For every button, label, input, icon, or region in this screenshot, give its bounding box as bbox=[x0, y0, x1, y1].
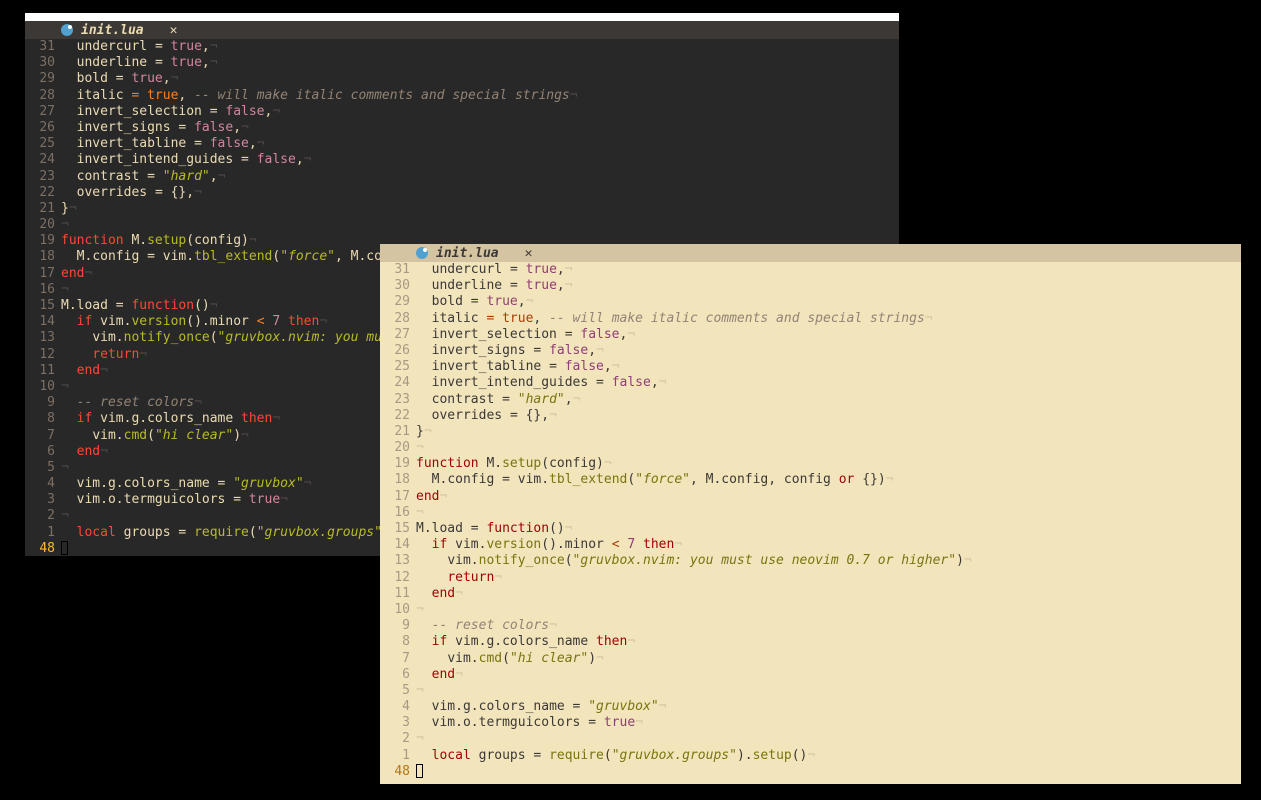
code-line[interactable]: vim.g.colors_name = "gruvbox"¬ bbox=[416, 699, 1241, 715]
code-line[interactable]: M.config = vim.tbl_extend("force", M.con… bbox=[416, 472, 1241, 488]
code-line[interactable]: bold = true,¬ bbox=[416, 294, 1241, 310]
code-line[interactable]: ¬ bbox=[416, 683, 1241, 699]
tab-filename-dark[interactable]: init.lua bbox=[81, 23, 144, 38]
code-line[interactable]: invert_tabline = false,¬ bbox=[61, 136, 899, 152]
code-line[interactable]: invert_tabline = false,¬ bbox=[416, 359, 1241, 375]
code-line[interactable]: vim.notify_once("gruvbox.nvim: you must … bbox=[416, 553, 1241, 569]
code-line[interactable]: vim.cmd("hi clear")¬ bbox=[416, 651, 1241, 667]
code-line[interactable]: if vim.g.colors_name then¬ bbox=[416, 634, 1241, 650]
code-line[interactable]: underline = true,¬ bbox=[61, 55, 899, 71]
code-line[interactable]: italic = true, -- will make italic comme… bbox=[416, 311, 1241, 327]
tab-bar-dark: init.lua ✕ bbox=[25, 21, 899, 39]
code-line[interactable]: overrides = {},¬ bbox=[416, 408, 1241, 424]
code-line[interactable]: contrast = "hard",¬ bbox=[416, 392, 1241, 408]
editor-light[interactable]: init.lua ✕ 31302928272625242322212019181… bbox=[380, 244, 1241, 784]
code-line[interactable]: ¬ bbox=[416, 440, 1241, 456]
cursor bbox=[61, 541, 68, 555]
code-line[interactable]: italic = true, -- will make italic comme… bbox=[61, 88, 899, 104]
tab-bar-light: init.lua ✕ bbox=[380, 244, 1241, 262]
code-line[interactable]: if vim.version().minor < 7 then¬ bbox=[416, 537, 1241, 553]
code-line[interactable]: invert_selection = false,¬ bbox=[61, 104, 899, 120]
code-line[interactable]: end¬ bbox=[416, 586, 1241, 602]
gutter-dark: 3130292827262524232221201918171615141312… bbox=[25, 39, 61, 556]
gutter-light: 3130292827262524232221201918171615141312… bbox=[380, 262, 416, 780]
tab-filename-light[interactable]: init.lua bbox=[436, 246, 499, 261]
code-line[interactable]: return¬ bbox=[416, 570, 1241, 586]
code-line[interactable]: underline = true,¬ bbox=[416, 278, 1241, 294]
code-line[interactable]: invert_signs = false,¬ bbox=[61, 120, 899, 136]
code-line[interactable]: invert_intend_guides = false,¬ bbox=[416, 375, 1241, 391]
code-line[interactable]: vim.o.termguicolors = true¬ bbox=[416, 715, 1241, 731]
code-line[interactable]: undercurl = true,¬ bbox=[61, 39, 899, 55]
code-line[interactable]: ¬ bbox=[416, 505, 1241, 521]
code-line[interactable]: invert_intend_guides = false,¬ bbox=[61, 152, 899, 168]
code-line[interactable] bbox=[416, 764, 1241, 780]
code-line[interactable]: ¬ bbox=[416, 731, 1241, 747]
code-line[interactable]: ¬ bbox=[61, 217, 899, 233]
code-area-light[interactable]: 3130292827262524232221201918171615141312… bbox=[380, 262, 1241, 780]
code-lines-light[interactable]: undercurl = true,¬ underline = true,¬ bo… bbox=[416, 262, 1241, 780]
tab-close-light[interactable]: ✕ bbox=[525, 246, 533, 261]
code-line[interactable]: undercurl = true,¬ bbox=[416, 262, 1241, 278]
code-line[interactable]: overrides = {},¬ bbox=[61, 185, 899, 201]
tab-close-dark[interactable]: ✕ bbox=[170, 23, 178, 38]
code-line[interactable]: invert_signs = false,¬ bbox=[416, 343, 1241, 359]
lua-icon bbox=[61, 24, 73, 36]
code-line[interactable]: ¬ bbox=[416, 602, 1241, 618]
code-line[interactable]: local groups = require("gruvbox.groups")… bbox=[416, 748, 1241, 764]
code-line[interactable]: M.load = function()¬ bbox=[416, 521, 1241, 537]
code-line[interactable]: -- reset colors¬ bbox=[416, 618, 1241, 634]
code-line[interactable]: }¬ bbox=[416, 424, 1241, 440]
code-line[interactable]: contrast = "hard",¬ bbox=[61, 169, 899, 185]
code-line[interactable]: end¬ bbox=[416, 489, 1241, 505]
code-line[interactable]: bold = true,¬ bbox=[61, 71, 899, 87]
code-line[interactable]: invert_selection = false,¬ bbox=[416, 327, 1241, 343]
code-line[interactable]: }¬ bbox=[61, 201, 899, 217]
code-line[interactable]: function M.setup(config)¬ bbox=[416, 456, 1241, 472]
code-line[interactable]: end¬ bbox=[416, 667, 1241, 683]
lua-icon bbox=[416, 247, 428, 259]
cursor bbox=[416, 764, 423, 778]
